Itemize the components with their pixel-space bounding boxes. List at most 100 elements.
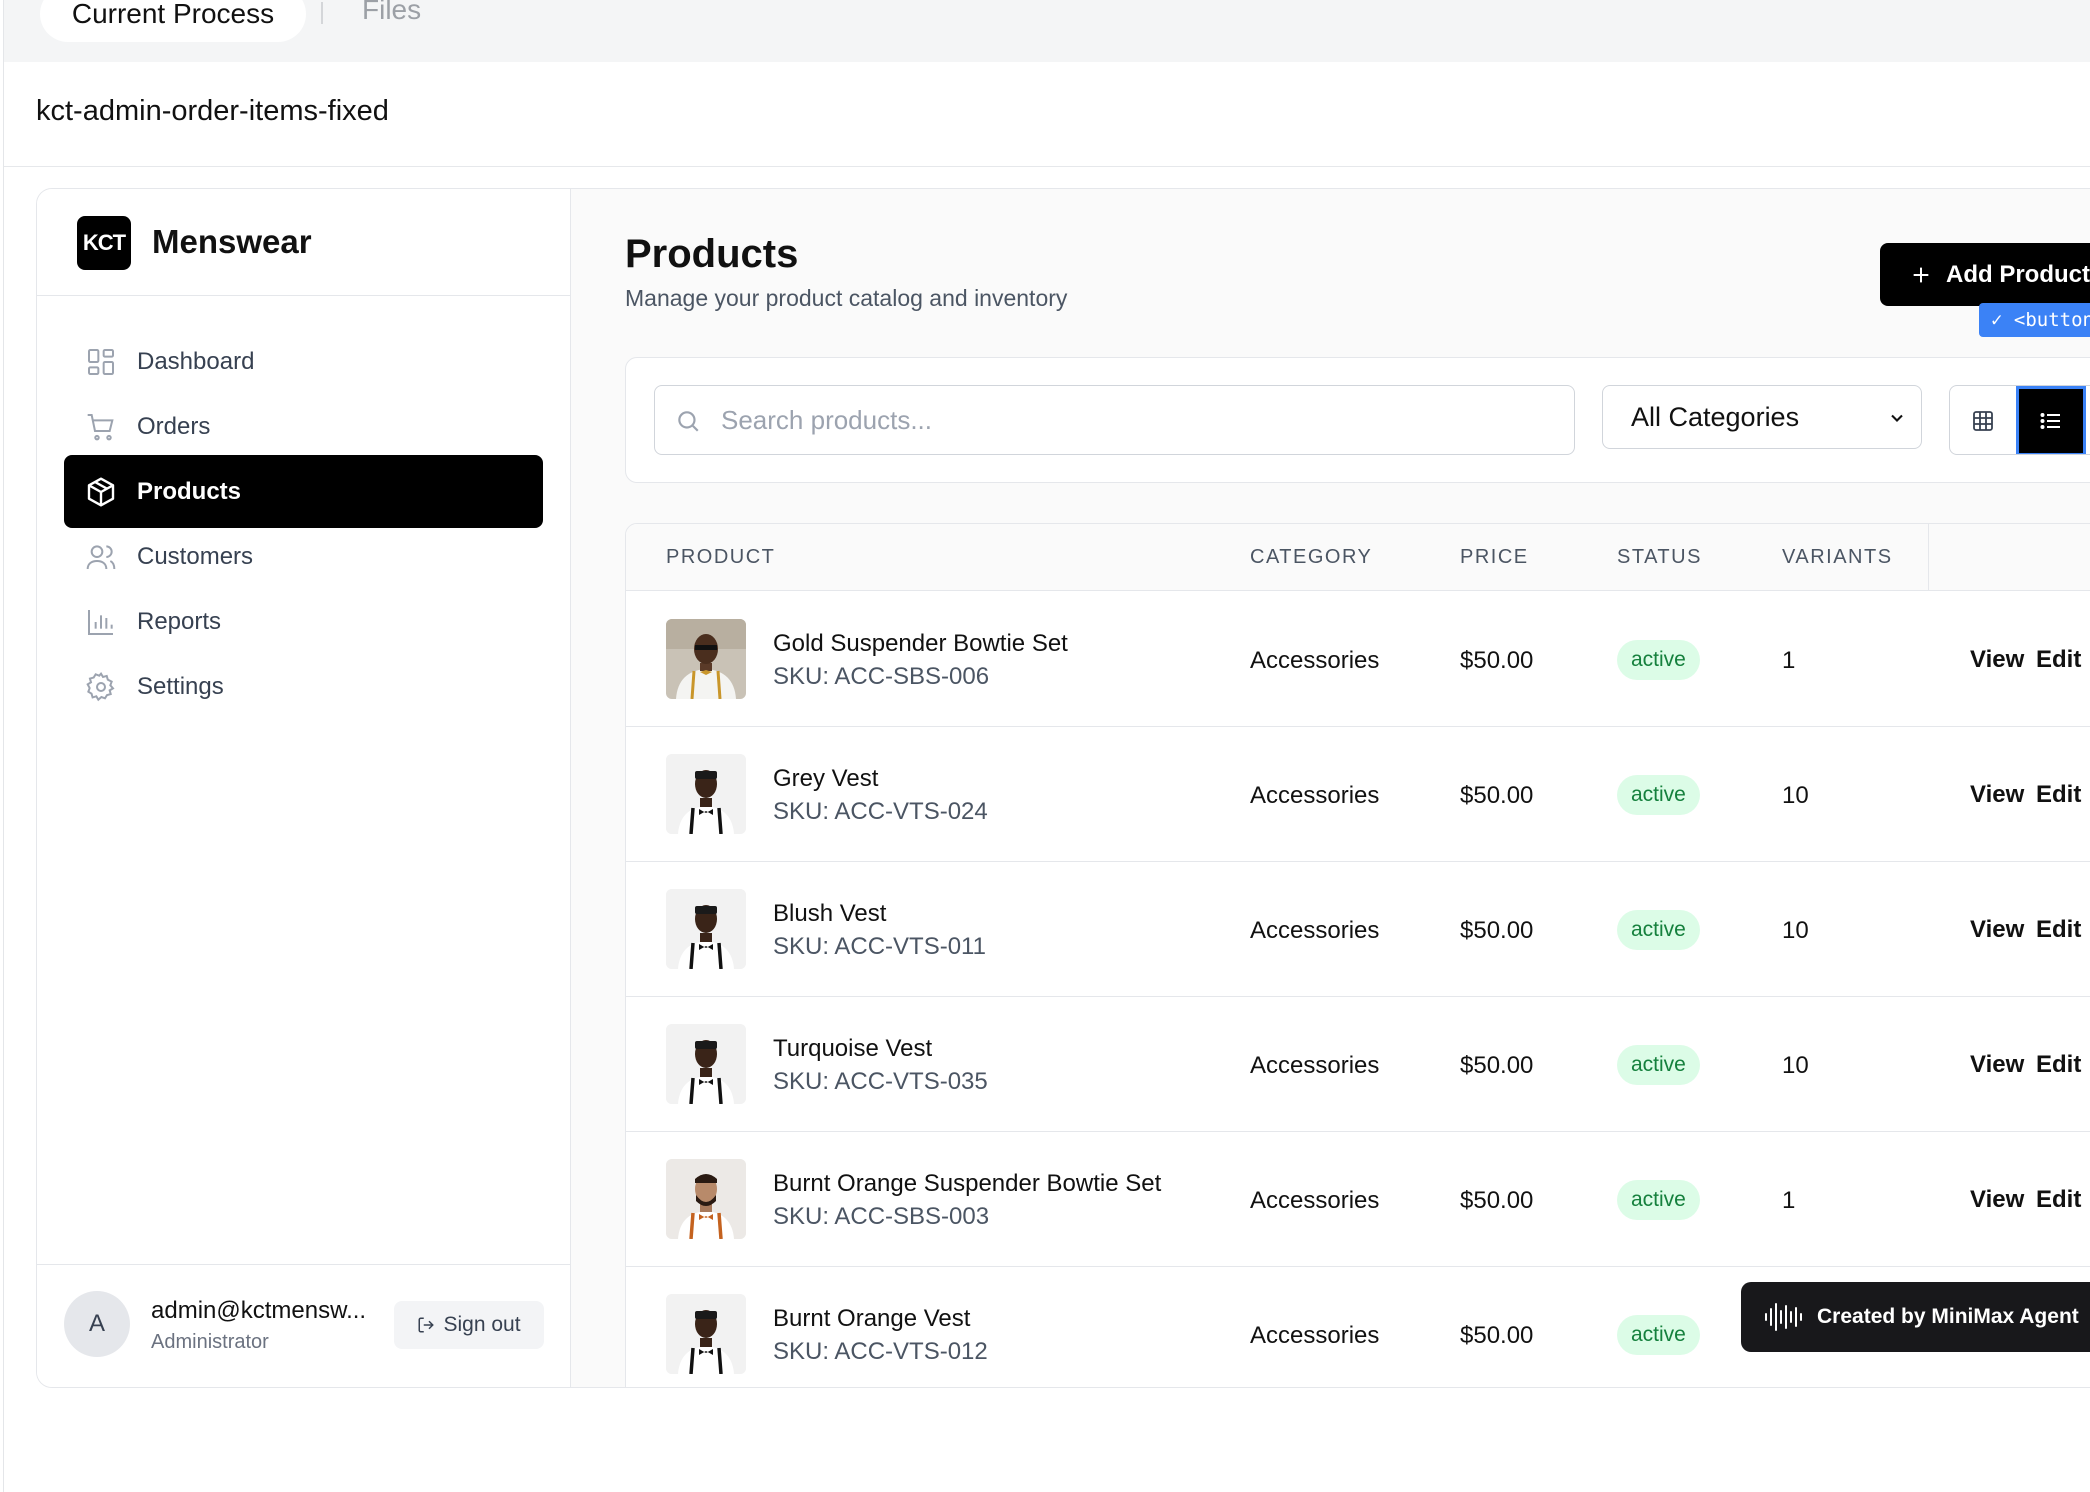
category-select[interactable]: All Categories	[1602, 385, 1922, 449]
product-name: Turquoise Vest	[773, 1035, 933, 1062]
column-header-price: PRICE	[1460, 546, 1529, 568]
product-category: Accessories	[1250, 1052, 1380, 1079]
minimax-agent-label: Created by MiniMax Agent	[1817, 1305, 2079, 1328]
product-category: Accessories	[1250, 1322, 1380, 1349]
search-input[interactable]	[721, 398, 1541, 442]
view-button[interactable]: View	[1970, 1051, 2024, 1079]
product-variants: 10	[1782, 1052, 1809, 1079]
edit-button[interactable]: Edit	[2036, 781, 2081, 809]
bar-chart-icon	[88, 610, 113, 635]
product-thumbnail	[666, 1024, 746, 1104]
product-name: Burnt Orange Suspender Bowtie Set	[773, 1170, 1162, 1197]
product-category: Accessories	[1250, 647, 1380, 674]
sidebar-item-settings[interactable]: Settings	[64, 650, 543, 723]
column-header-product: PRODUCT	[666, 546, 776, 568]
process-tab-bar: Current Process Files	[4, 0, 2090, 62]
package-icon	[87, 477, 115, 507]
status-badge: active	[1617, 1180, 1700, 1220]
sidebar-item-label: Settings	[137, 672, 224, 700]
sign-out-label: Sign out	[443, 1313, 521, 1336]
user-role: Administrator	[151, 1331, 269, 1353]
filter-bar: All Categories	[625, 357, 2090, 483]
add-product-button[interactable]: Add Product	[1880, 243, 2090, 306]
grid-icon	[1973, 411, 1993, 431]
sidebar-item-products[interactable]: Products	[64, 455, 543, 528]
edit-button[interactable]: Edit	[2036, 646, 2081, 674]
brand-logo[interactable]: KCT	[77, 216, 131, 270]
minimax-agent-badge[interactable]: Created by MiniMax Agent	[1741, 1282, 2090, 1352]
table-row[interactable]: Grey Vest SKU: ACC-VTS-024 Accessories $…	[626, 727, 2090, 862]
gear-icon	[86, 671, 115, 702]
chevron-down-icon	[1891, 414, 1903, 422]
view-button[interactable]: View	[1970, 1186, 2024, 1214]
admin-app-frame: KCT Menswear Dashboard Orders Products C…	[36, 188, 2090, 1388]
table-row[interactable]: Blush Vest SKU: ACC-VTS-011 Accessories …	[626, 862, 2090, 997]
status-badge: active	[1617, 640, 1700, 680]
product-sku: SKU: ACC-SBS-006	[773, 663, 990, 690]
sidebar-item-label: Dashboard	[137, 347, 255, 375]
status-badge: active	[1617, 910, 1700, 950]
tab-divider	[321, 2, 323, 24]
sidebar-item-dashboard[interactable]: Dashboard	[64, 325, 543, 398]
logout-icon	[418, 1317, 435, 1333]
soundwave-icon	[1765, 1303, 1802, 1331]
table-row[interactable]: Turquoise Vest SKU: ACC-VTS-035 Accessor…	[626, 997, 2090, 1132]
product-variants: 1	[1782, 1187, 1796, 1214]
sidebar-item-orders[interactable]: Orders	[64, 390, 543, 463]
column-header-status: STATUS	[1617, 546, 1702, 568]
product-sku: SKU: ACC-VTS-012	[773, 1338, 988, 1365]
list-view-button[interactable]	[2016, 386, 2086, 454]
product-category: Accessories	[1250, 1187, 1380, 1214]
plus-icon	[1913, 267, 1929, 282]
window-left-border	[3, 0, 4, 1492]
sidebar-item-customers[interactable]: Customers	[64, 520, 543, 593]
view-toggle	[1949, 385, 2090, 455]
product-price: $50.00	[1460, 647, 1534, 674]
grid-view-button[interactable]	[1950, 386, 2016, 454]
edit-button[interactable]: Edit	[2036, 916, 2081, 944]
add-product-label: Add Product	[1946, 260, 2090, 288]
sidebar-item-reports[interactable]: Reports	[64, 585, 543, 658]
process-title: kct-admin-order-items-fixed	[36, 95, 389, 127]
products-table: PRODUCT CATEGORY PRICE STATUS VARIANTS G…	[625, 523, 2090, 1387]
cart-icon	[87, 414, 114, 441]
table-row[interactable]: Gold Suspender Bowtie Set SKU: ACC-SBS-0…	[626, 592, 2090, 727]
product-name: Grey Vest	[773, 765, 879, 792]
product-price: $50.00	[1460, 1322, 1534, 1349]
element-picker-tag: ✓ <button	[1979, 303, 2090, 337]
product-sku: SKU: ACC-VTS-024	[773, 798, 988, 825]
view-button[interactable]: View	[1970, 916, 2024, 944]
sidebar-item-label: Customers	[137, 542, 254, 570]
brand-name: Menswear	[152, 223, 312, 260]
page-subtitle: Manage your product catalog and inventor…	[625, 285, 1068, 311]
avatar[interactable]: A	[64, 1291, 130, 1357]
sign-out-button[interactable]: Sign out	[394, 1301, 544, 1349]
edit-button[interactable]: Edit	[2036, 1186, 2081, 1214]
list-icon	[2040, 413, 2060, 429]
status-badge: active	[1617, 1045, 1700, 1085]
status-badge: active	[1617, 1315, 1700, 1355]
product-variants: 10	[1782, 917, 1809, 944]
product-thumbnail	[666, 1294, 746, 1374]
dashboard-icon	[88, 349, 114, 375]
sidebar-item-label: Products	[137, 477, 242, 505]
status-badge: active	[1617, 775, 1700, 815]
product-name: Blush Vest	[773, 900, 887, 927]
column-divider	[1928, 524, 1929, 591]
product-category: Accessories	[1250, 782, 1380, 809]
product-sku: SKU: ACC-VTS-011	[773, 933, 986, 960]
product-price: $50.00	[1460, 1187, 1534, 1214]
tab-current-process[interactable]: Current Process	[40, 0, 306, 42]
divider	[4, 166, 2090, 167]
product-name: Gold Suspender Bowtie Set	[773, 630, 1068, 657]
table-row[interactable]: Burnt Orange Suspender Bowtie Set SKU: A…	[626, 1132, 2090, 1267]
view-button[interactable]: View	[1970, 646, 2024, 674]
tab-files[interactable]: Files	[362, 0, 421, 26]
column-header-variants: VARIANTS	[1782, 546, 1893, 568]
user-profile: A admin@kctmensw... Administrator Sign o…	[37, 1264, 571, 1387]
edit-button[interactable]: Edit	[2036, 1051, 2081, 1079]
column-header-category: CATEGORY	[1250, 546, 1373, 568]
product-thumbnail	[666, 754, 746, 834]
view-button[interactable]: View	[1970, 781, 2024, 809]
page-title: Products	[625, 232, 799, 276]
